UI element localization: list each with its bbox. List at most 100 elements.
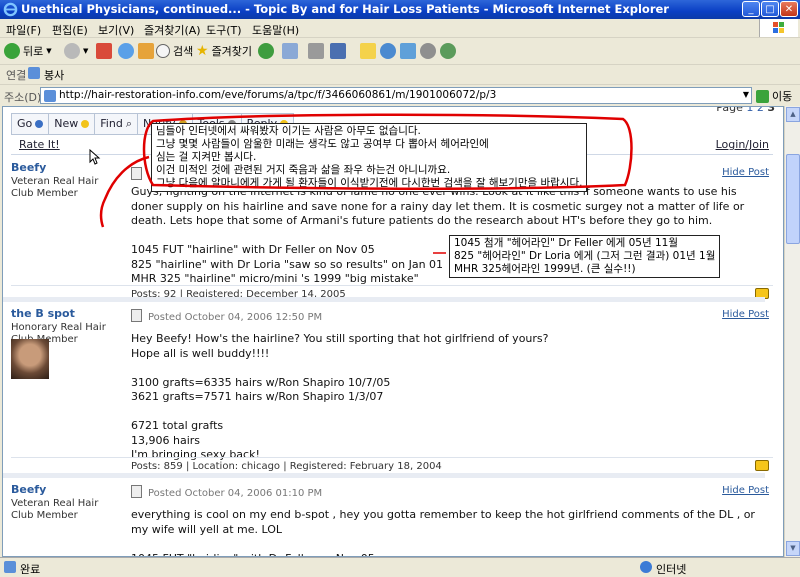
research-button[interactable]: [400, 41, 416, 61]
maximize-button[interactable]: □: [761, 1, 779, 17]
scroll-thumb[interactable]: [786, 154, 800, 244]
edit-button[interactable]: [330, 41, 346, 61]
print-button[interactable]: [308, 41, 324, 61]
links-label: 연결: [6, 69, 27, 82]
quote-icon[interactable]: [755, 460, 769, 471]
annotation-line: 1045 첨개 "헤어라인" Dr Feller 에게 05년 11월: [454, 237, 679, 249]
post-author: the B spot Honorary Real Hair Club Membe…: [11, 307, 123, 379]
post-meta: [131, 167, 148, 181]
refresh-icon: [118, 43, 134, 59]
extension-button[interactable]: [440, 41, 456, 61]
status-text: 완료: [20, 563, 41, 576]
page-content: Page 1 2 3 Go New Find⌕ Notify Tools Rep…: [2, 106, 784, 557]
pagination: Page 1 2 3: [716, 107, 775, 114]
home-button[interactable]: [138, 41, 154, 61]
back-button[interactable]: 뒤로 ▼: [4, 41, 52, 61]
forward-button[interactable]: ▼: [64, 41, 88, 61]
favorites-button[interactable]: ★ 즐겨찾기: [196, 41, 252, 61]
windows-logo-icon: [759, 19, 798, 37]
annotation-line: MHR 325헤어라인 1999년. (큰 실수!!): [454, 263, 636, 275]
new-topic-button[interactable]: New: [48, 113, 96, 135]
links-item[interactable]: 봉사: [44, 67, 64, 83]
menu-file[interactable]: 파일(F): [6, 22, 41, 38]
forward-arrow-icon: [64, 43, 80, 59]
avatar: [11, 339, 49, 379]
user-title: Veteran Real Hair Club Member: [11, 176, 99, 199]
search-icon: [156, 44, 170, 58]
hide-post-link[interactable]: Hide Post: [722, 309, 769, 320]
find-label: Find: [100, 117, 123, 130]
go-label: 이동: [772, 90, 793, 103]
menu-edit[interactable]: 편집(E): [52, 22, 88, 38]
page-link-2[interactable]: 2: [757, 107, 764, 114]
go-forum-button[interactable]: Go: [11, 113, 50, 135]
menu-tools[interactable]: 도구(T): [206, 22, 242, 38]
home-icon: [138, 43, 154, 59]
post-author: Beefy Veteran Real Hair Club Member: [11, 483, 123, 522]
back-label: 뒤로: [23, 45, 44, 58]
post-2: the B spot Honorary Real Hair Club Membe…: [11, 307, 773, 477]
username[interactable]: the B spot: [11, 307, 123, 320]
research-icon: [400, 43, 416, 59]
close-button[interactable]: ✕: [780, 1, 798, 17]
window-title: Unethical Physicians, continued... - Top…: [21, 2, 669, 16]
go-label: Go: [17, 117, 33, 130]
address-input[interactable]: http://hair-restoration-info.com/eve/for…: [40, 87, 752, 104]
post-author: Beefy Veteran Real Hair Club Member: [11, 161, 123, 200]
chevron-down-icon: ▼: [83, 47, 89, 55]
address-url: http://hair-restoration-info.com/eve/for…: [59, 89, 497, 101]
menu-help[interactable]: 도움말(H): [252, 22, 299, 38]
post-date: Posted October 04, 2006 12:50 PM: [148, 312, 323, 323]
go-arrow-icon: [756, 89, 769, 103]
menu-view[interactable]: 보기(V): [98, 22, 134, 38]
page-icon: [44, 90, 56, 102]
username[interactable]: Beefy: [11, 161, 123, 174]
go-button[interactable]: 이동: [756, 88, 792, 104]
history-icon: [258, 43, 274, 59]
address-bar: 주소(D) http://hair-restoration-info.com/e…: [0, 84, 800, 106]
search-button[interactable]: 검색: [156, 41, 193, 61]
new-label: New: [54, 117, 79, 130]
vertical-scrollbar[interactable]: ▲ ▼: [784, 106, 800, 557]
search-label: 검색: [173, 45, 194, 58]
new-topic-icon: [81, 120, 90, 128]
find-button[interactable]: Find ⌕: [94, 113, 138, 135]
scroll-up-icon[interactable]: ▲: [786, 107, 800, 122]
scroll-down-icon[interactable]: ▼: [786, 541, 800, 556]
mouse-cursor-icon: [89, 149, 101, 165]
refresh-button[interactable]: [118, 41, 134, 61]
stop-icon: [96, 43, 112, 59]
post-icon: [131, 167, 142, 180]
hide-post-link[interactable]: Hide Post: [722, 485, 769, 496]
user-title: Veteran Real Hair Club Member: [11, 498, 99, 521]
note-icon: [360, 43, 376, 59]
chevron-down-icon[interactable]: ▼: [743, 90, 749, 99]
stop-button[interactable]: [96, 41, 112, 61]
discuss-button[interactable]: [360, 41, 376, 61]
extension-icon: [440, 43, 456, 59]
mail-button[interactable]: [282, 41, 298, 61]
post-separator: [3, 297, 765, 302]
edit-icon: [330, 43, 346, 59]
post-footer: Posts: 859 | Location: chicago | Registe…: [11, 457, 773, 474]
history-button[interactable]: [258, 41, 274, 61]
tools-button[interactable]: [420, 41, 436, 61]
hide-post-link[interactable]: Hide Post: [722, 167, 769, 178]
annotation-line: 이건 미적인 것에 관련된 거지 죽음과 삶을 좌우 하는건 아니니까요.: [156, 164, 451, 176]
post-meta: Posted October 04, 2006 12:50 PM: [131, 309, 322, 323]
gear-icon: [420, 43, 436, 59]
minimize-button[interactable]: _: [742, 1, 760, 17]
annotation-line: 그냥 몇몇 사람들이 암울한 미래는 생각도 않고 공여부 다 뽑아서 헤어라인…: [156, 138, 489, 150]
menu-favorites[interactable]: 즐겨찾기(A): [144, 22, 201, 38]
search-icon: ⌕: [125, 117, 132, 130]
page-link-1[interactable]: 1: [746, 107, 753, 114]
login-join-link[interactable]: Login/Join: [716, 138, 769, 151]
post-3: Beefy Veteran Real Hair Club Member Post…: [11, 483, 773, 556]
post-date: Posted October 04, 2006 01:10 PM: [148, 488, 323, 499]
messenger-button[interactable]: [380, 41, 396, 61]
annotation-box-top: 님들아 인터넷에서 싸워봤자 이기는 사람은 아무도 없습니다. 그냥 몇몇 사…: [151, 123, 588, 192]
page-icon: [28, 67, 40, 79]
post-footer-info: Posts: 859 | Location: chicago | Registe…: [131, 461, 442, 472]
rate-it-link[interactable]: Rate It!: [19, 138, 60, 151]
username[interactable]: Beefy: [11, 483, 123, 496]
